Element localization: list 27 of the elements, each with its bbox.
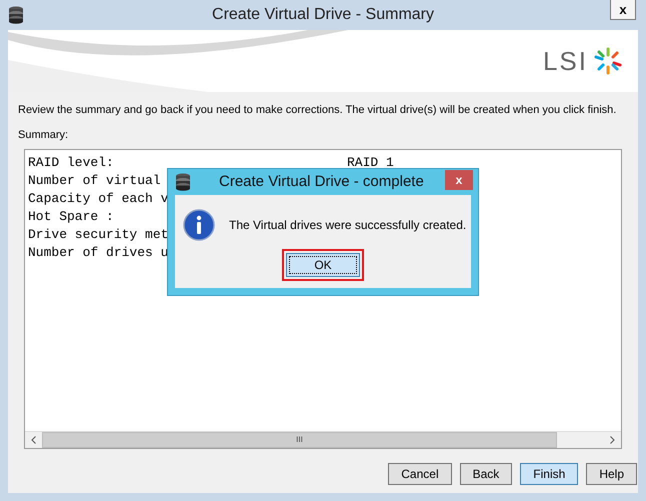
summary-label-text: Hot Spare : — [28, 209, 114, 224]
ok-button[interactable]: OK — [286, 253, 360, 277]
summary-label: Summary: — [18, 128, 70, 142]
dialog-title: Create Virtual Drive - complete — [219, 172, 424, 192]
starburst-logo-icon — [594, 47, 622, 75]
dialog-button[interactable]: Back — [460, 463, 512, 485]
database-icon — [8, 6, 24, 24]
close-button[interactable]: x — [610, 0, 636, 20]
grip-text: III — [296, 434, 303, 446]
close-button[interactable]: x — [445, 170, 473, 190]
info-icon — [183, 209, 215, 241]
summary-value-text: RAID 1 — [347, 154, 394, 171]
database-icon — [175, 173, 191, 191]
window-title: Create Virtual Drive - Summary — [212, 5, 434, 25]
dialog-button[interactable]: Finish — [520, 463, 578, 485]
dialog-button[interactable]: Cancel — [388, 463, 452, 485]
summary-label-text: Number of virtual — [28, 173, 161, 188]
scroll-left-icon[interactable] — [31, 436, 36, 444]
summary-label-text: RAID level: — [28, 155, 114, 170]
instructions-text: Review the summary and go back if you need to make corrections. The virtual drive(s) will be created when you click finish. — [18, 103, 618, 118]
scrollbar-thumb[interactable]: III — [42, 432, 557, 448]
summary-label-text: Drive security met — [28, 227, 168, 242]
logo-text: LSI — [542, 44, 588, 78]
dialog-button[interactable]: Help — [586, 463, 637, 485]
dialog-message: The Virtual drives were successfully created. — [229, 217, 466, 234]
scroll-right-icon[interactable] — [610, 436, 615, 444]
horizontal-scrollbar[interactable]: III — [25, 431, 621, 448]
